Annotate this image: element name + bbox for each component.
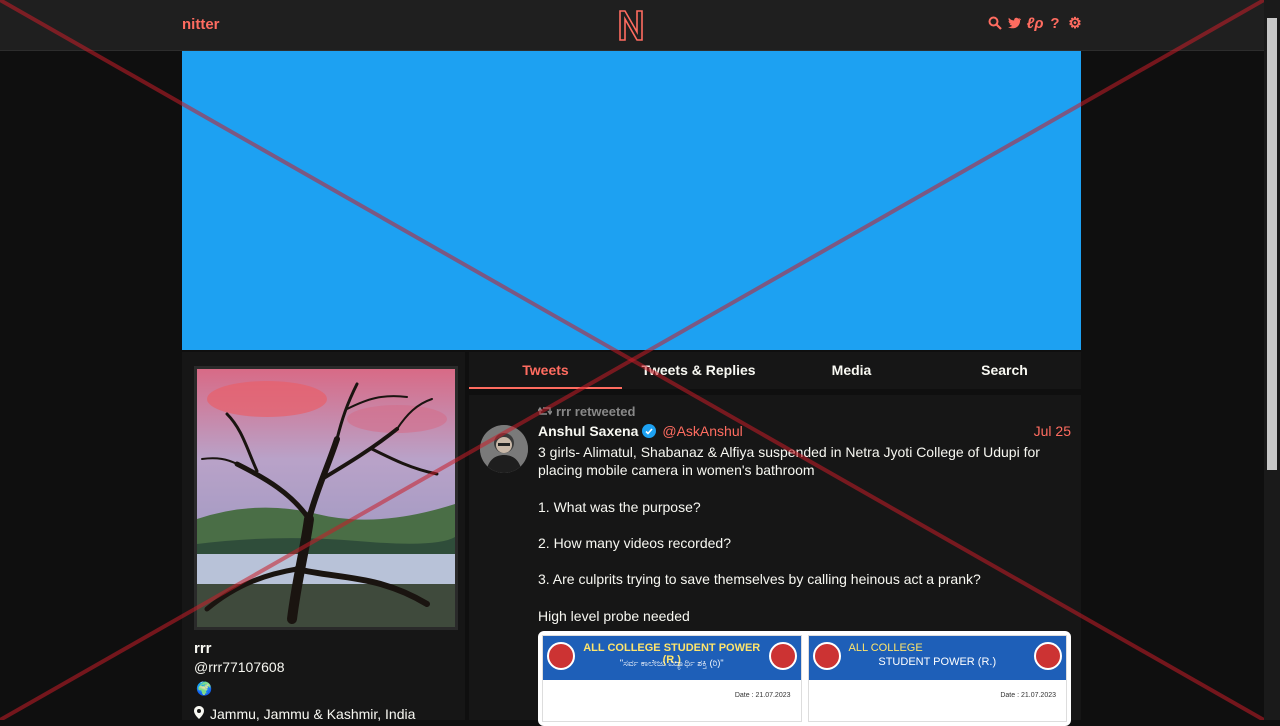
tweet-date[interactable]: Jul 25 — [1034, 423, 1071, 439]
tweet-line: 3. Are culprits trying to save themselve… — [538, 571, 981, 588]
tweet-media-image[interactable]: ALL COLLEGE STUDENT POWER (R.) "ಸರ್ವ ಕಾಲ… — [542, 635, 802, 722]
nav-icons: ℓρ ? ⚙ — [988, 15, 1082, 32]
tab-search[interactable]: Search — [928, 352, 1081, 389]
search-icon[interactable] — [988, 15, 1002, 31]
profile-card: rrr @rrr77107608 🌍 Jammu, Jammu & Kashmi… — [182, 352, 465, 722]
tweet-author-name[interactable]: Anshul Saxena — [538, 423, 638, 439]
top-navbar: nitter ℓρ ? ⚙ — [0, 0, 1264, 51]
profile-avatar-image — [197, 369, 455, 627]
tweet-line: 1. What was the purpose? — [538, 498, 701, 515]
tweet-header: Anshul Saxena @AskAnshul Jul 25 — [538, 423, 1071, 439]
profile-name: rrr — [194, 640, 212, 657]
page-scrollbar[interactable] — [1264, 0, 1280, 720]
profile-banner[interactable] — [182, 51, 1081, 350]
scrollbar-thumb[interactable] — [1267, 18, 1277, 470]
tweet-line: 3 girls- Alimatul, Shabanaz & Alfiya sus… — [538, 444, 1040, 479]
retweet-header: rrr retweeted — [537, 404, 636, 419]
tweet-media-gallery: ALL COLLEGE STUDENT POWER (R.) "ಸರ್ವ ಕಾಲ… — [538, 631, 1071, 726]
tweet-media-image[interactable]: ALL COLLEGE STUDENT POWER (R.) Date : 21… — [807, 635, 1067, 722]
globe-icon: 🌍 — [196, 681, 213, 696]
tweet-content: 3 girls- Alimatul, Shabanaz & Alfiya sus… — [538, 443, 1071, 625]
tab-tweets[interactable]: Tweets — [469, 352, 622, 389]
timeline-tabs: Tweets Tweets & Replies Media Search — [469, 352, 1081, 389]
tab-media[interactable]: Media — [775, 352, 928, 389]
rss-icon[interactable]: ℓρ — [1027, 15, 1044, 32]
media-header-text: ALL COLLEGE — [848, 642, 923, 654]
retweet-icon — [537, 404, 553, 419]
twitter-bird-icon[interactable] — [1008, 15, 1022, 31]
tweet-author-avatar[interactable] — [480, 425, 528, 473]
nitter-logo-icon[interactable] — [616, 8, 646, 42]
gear-icon[interactable]: ⚙ — [1068, 15, 1082, 32]
verified-badge-icon — [642, 424, 657, 438]
retweet-label: rrr retweeted — [556, 404, 636, 419]
timeline-tweet[interactable]: rrr retweeted Anshul Saxena @AskAnshul J… — [469, 395, 1081, 726]
help-icon[interactable]: ? — [1048, 15, 1062, 32]
profile-handle[interactable]: @rrr77107608 — [194, 659, 285, 675]
media-date-text: Date : 21.07.2023 — [1000, 692, 1056, 699]
tweet-line: High level probe needed — [538, 607, 690, 624]
profile-avatar[interactable] — [194, 366, 458, 630]
tweet-author-handle[interactable]: @AskAnshul — [662, 423, 742, 439]
brand-link[interactable]: nitter — [182, 16, 220, 33]
tab-tweets-replies[interactable]: Tweets & Replies — [622, 352, 775, 389]
tweet-line: 2. How many videos recorded? — [538, 534, 731, 551]
media-subheader-text: STUDENT POWER (R.) — [878, 656, 997, 668]
media-date-text: Date : 21.07.2023 — [734, 692, 791, 699]
media-subheader-text: "ಸರ್ವ ಕಾಲೇಜು ವಿದ್ಯಾರ್ಥಿ ಶಕ್ತಿ (ರಿ)" — [619, 658, 724, 668]
